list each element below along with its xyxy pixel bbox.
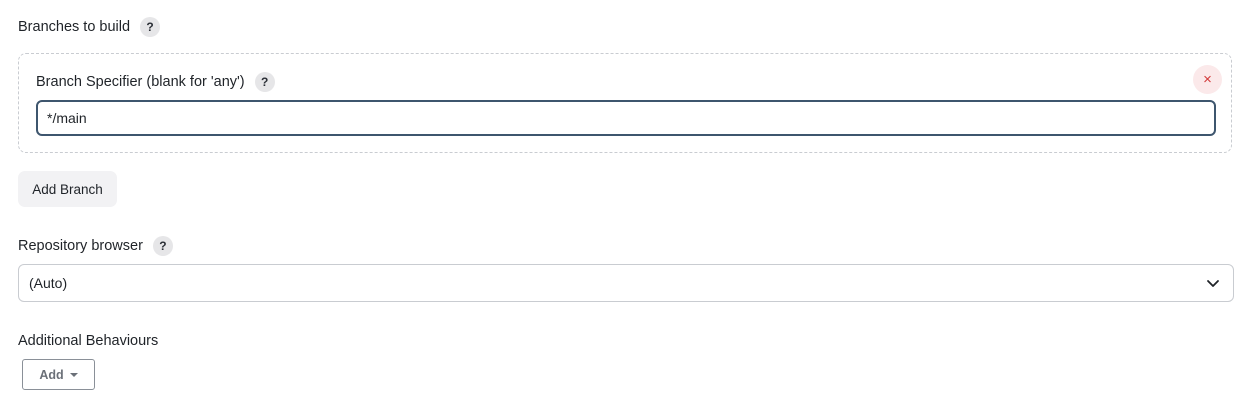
add-branch-label: Add Branch	[32, 181, 103, 197]
branch-specifier-text: Branch Specifier (blank for 'any')	[36, 74, 245, 90]
chevron-down-icon	[1207, 280, 1219, 287]
repository-browser-select[interactable]: (Auto)	[18, 264, 1234, 302]
additional-behaviours-label: Additional Behaviours	[18, 330, 158, 352]
repository-browser-label: Repository browser ?	[18, 235, 173, 257]
branches-to-build-label: Branches to build ?	[18, 16, 161, 38]
branch-specifier-label: Branch Specifier (blank for 'any') ?	[36, 71, 275, 93]
help-icon[interactable]: ?	[140, 17, 161, 37]
repository-browser-value: (Auto)	[29, 275, 68, 291]
branches-to-build-text: Branches to build	[18, 19, 131, 35]
add-branch-button[interactable]: Add Branch	[18, 171, 117, 207]
caret-down-icon	[69, 373, 78, 377]
additional-behaviours-text: Additional Behaviours	[18, 333, 159, 349]
close-icon: ×	[1203, 71, 1212, 88]
branch-specifier-input[interactable]	[36, 100, 1216, 136]
repository-browser-text: Repository browser	[18, 238, 143, 254]
remove-branch-button[interactable]: ×	[1193, 65, 1222, 94]
add-behaviour-button[interactable]: Add	[22, 359, 95, 390]
help-icon[interactable]: ?	[152, 236, 173, 256]
help-icon[interactable]: ?	[254, 72, 275, 92]
add-behaviour-label: Add	[39, 367, 64, 382]
